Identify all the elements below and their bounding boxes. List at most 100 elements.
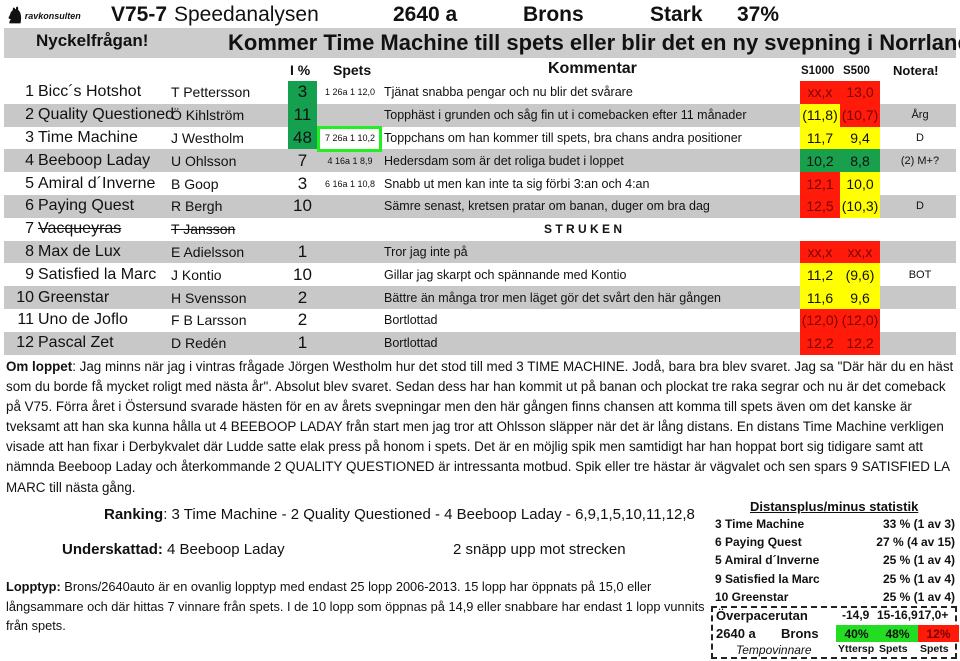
s1000-value: (11,8) (800, 103, 840, 127)
ipct-value: 2 (297, 287, 308, 307)
driver: U Ohlsson (171, 152, 237, 169)
s500-value: (10,7) (840, 103, 880, 127)
ipct-value: 48 (288, 126, 317, 150)
ipct-value: 3 (297, 173, 308, 193)
overpace-pct: 12% (918, 625, 959, 642)
stat-horse: 10 Greenstar (715, 589, 789, 604)
ipct-value: 2 (297, 310, 308, 330)
overpace-distance: 2640 a (716, 626, 756, 641)
stat-horse: 3 Time Machine (715, 517, 805, 531)
horse-name: Beeboop Laday (38, 151, 151, 169)
driver: F B Larsson (171, 312, 247, 329)
overpace-tempo: Tempovinnare (736, 643, 812, 657)
table-row: 12 Pascal Zet D Redén 1 Bortlottad 12,2 12,2 (4, 331, 956, 355)
col-note: Notera! (893, 63, 939, 78)
comment: Snabb ut men kan inte ta sig förbi 3:an … (384, 176, 650, 191)
table-row: 8 Max de Lux E Adielsson 1 Tror jag inte på x… (4, 240, 956, 264)
horse-name: Amiral d´Inverne (38, 174, 156, 192)
horse-number: 12 (16, 334, 34, 352)
note: D (916, 131, 924, 144)
stat-value: 25 % (1 av 4) (882, 553, 955, 568)
comment: Tror jag inte på (384, 244, 468, 259)
horse-number: 3 (25, 128, 34, 146)
overpace-range: -14,9 (842, 608, 870, 622)
race-type: Lopptyp: Brons/2640auto är en ovanlig lo… (6, 579, 705, 633)
s1000-value: 11,7 (800, 126, 840, 150)
comment: Bortlottad (384, 313, 438, 328)
distance-stat-item: 3 Time Machine 33 % (1 av 3) (715, 517, 955, 531)
s500-value: 9,6 (840, 286, 880, 309)
horse-number: 2 (25, 106, 34, 124)
comment: Sämre senast, kretsen pratar om banan, d… (384, 199, 710, 214)
horse-name: Pascal Zet (38, 334, 114, 352)
driver: H Svensson (171, 289, 247, 306)
horse-number: 8 (25, 242, 34, 260)
spets-value: 6 16a 1 10,8 (324, 178, 376, 189)
overpace-pct: 40% (836, 625, 877, 642)
driver: D Redén (171, 335, 227, 352)
ranking: Ranking: 3 Time Machine - 2 Quality Ques… (104, 506, 695, 523)
horse-number: 6 (25, 197, 34, 215)
stat-value: 27 % (4 av 15) (876, 535, 955, 550)
driver: T Jansson (171, 221, 236, 238)
ipct-value: 1 (297, 333, 308, 353)
horse-name: Time Machine (38, 128, 138, 146)
stat-horse: 6 Paying Quest (715, 535, 802, 550)
distance: 2640 a (393, 3, 458, 26)
comment: Bortlottad (384, 336, 438, 351)
s500-value: 13,0 (840, 81, 880, 104)
s1000-value: xx,x (800, 81, 840, 104)
s500-value: (12,0) (840, 309, 880, 332)
ipct-value: 7 (297, 150, 308, 170)
horse-number: 11 (17, 311, 34, 329)
distance-stats-title: Distansplus/minus statistik (750, 499, 919, 514)
stat-value: 33 % (1 av 3) (882, 517, 955, 531)
comment: Bättre än många tror men läget gör det s… (384, 290, 722, 305)
distance-stat-item: 5 Amiral d´Inverne 25 % (1 av 4) (715, 553, 955, 567)
table-row: 4 Beeboop Laday U Ohlsson 7 4 16a 1 8,9 Heder… (4, 149, 956, 173)
horse-name: Max de Lux (38, 242, 121, 260)
overpace-class: Brons (781, 626, 819, 641)
note: D (916, 200, 924, 213)
overpace-pos: Yttersp (838, 643, 875, 655)
class: Brons (523, 3, 584, 26)
overpace-pos: Spets (920, 643, 949, 655)
horse-name: Satisfied la Marc (38, 265, 157, 283)
horse-name: Uno de Joflo (38, 311, 128, 329)
driver: Ö Kihlström (171, 107, 245, 124)
ipct-value: 10 (293, 264, 312, 284)
horse-name: Greenstar (38, 288, 110, 306)
driver: R Bergh (171, 198, 223, 215)
ipct-value: 11 (288, 103, 317, 127)
ipct-value: 3 (288, 81, 317, 104)
overpace-range: 17,0+ (918, 608, 949, 622)
comment: Gillar jag skarpt och spännande med Kont… (384, 267, 627, 282)
note: Årg (911, 109, 929, 122)
page-title: Speedanalysen (174, 3, 319, 26)
s500-value: (9,6) (840, 263, 880, 287)
table-row: 9 Satisfied la Marc J Kontio 10 Gillar jag s… (4, 263, 956, 287)
comment: Toppchans om han kommer till spets, bra … (384, 130, 742, 145)
horse-number: 5 (25, 174, 34, 192)
distance-stat-item: 9 Satisfied la Marc 25 % (1 av 4) (715, 572, 955, 586)
table-row: 1 Bicc´s Hotshot T Pettersson 3 1 26a 1 12,0… (4, 81, 956, 104)
ipct-value: 10 (293, 196, 312, 216)
comment: Tjänat snabba pengar och nu blir det svå… (384, 85, 633, 100)
comment: S T R U K E N (544, 222, 623, 237)
overpace-range: 15-16,9 (877, 608, 918, 622)
horse-number: 1 (25, 83, 34, 101)
s1000-value: 12,5 (800, 195, 840, 218)
s1000-value: 10,2 (800, 149, 840, 173)
horse-number: 7 (25, 220, 34, 238)
col-spets: Spets (333, 62, 372, 78)
driver: B Goop (171, 175, 219, 192)
key-question: Kommer Time Machine till spets eller bli… (228, 30, 960, 55)
horse-number: 9 (25, 265, 34, 283)
spets-value: 1 26a 1 12,0 (324, 87, 376, 98)
race-label: V75-7 (111, 3, 168, 26)
percent: 37% (737, 3, 780, 26)
col-s1000: S1000 (801, 65, 835, 77)
s500-value: (10,3) (840, 195, 880, 218)
horse-name: Paying Quest (38, 197, 135, 215)
key-question-label: Nyckelfrågan! (36, 31, 149, 50)
